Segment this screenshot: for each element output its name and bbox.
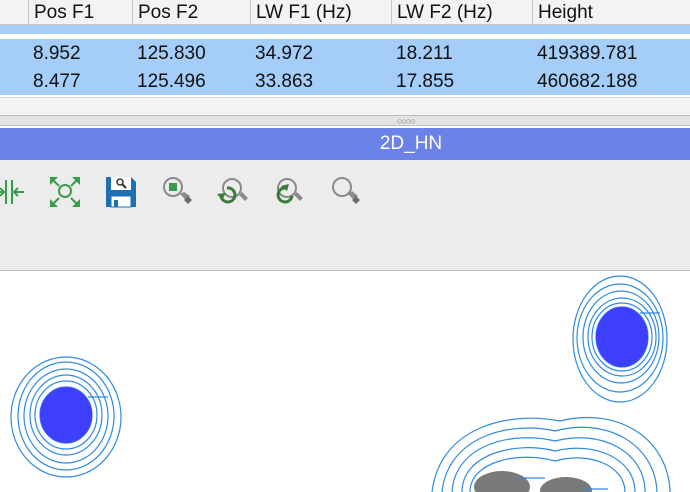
zoom-full-button[interactable] xyxy=(47,174,83,210)
cell-lw-f2: 17.855 xyxy=(396,71,455,92)
cell-height: 419389.781 xyxy=(537,43,638,64)
zoom-undo-icon xyxy=(217,178,248,204)
cell-pos-f1: 8.477 xyxy=(33,71,81,92)
floppy-disk-icon xyxy=(106,177,136,208)
cell-lw-f1: 33.863 xyxy=(255,71,314,92)
cell-lw-f1: 34.972 xyxy=(255,43,314,64)
contour-plot xyxy=(10,275,671,492)
pane-splitter[interactable]: ○○○○ xyxy=(0,115,690,126)
table-header: Pos F1 Pos F2 LW F1 (Hz) LW F2 (Hz) Heig… xyxy=(0,0,690,25)
spectrum-title: 2D_HN xyxy=(379,133,443,154)
zoom-button[interactable] xyxy=(327,174,363,210)
column-header-lw-f2[interactable]: LW F2 (Hz) xyxy=(391,0,532,24)
zoom-region-icon xyxy=(163,177,192,204)
save-image-button[interactable] xyxy=(103,174,139,210)
full-width-button[interactable] xyxy=(0,174,28,210)
cell-pos-f1: 8.952 xyxy=(33,43,81,64)
expand-horizontal-icon xyxy=(0,180,24,204)
spectrum-plot[interactable] xyxy=(0,271,690,492)
column-header-pos-f2[interactable]: Pos F2 xyxy=(132,0,250,24)
spectrum-toolbar xyxy=(0,160,690,271)
zoom-full-icon xyxy=(50,177,80,207)
zoom-region-button[interactable] xyxy=(160,174,196,210)
cell-pos-f2: 125.496 xyxy=(137,71,206,92)
column-header-pos-f1[interactable]: Pos F1 xyxy=(28,0,132,24)
table-horizontal-scrollbar[interactable] xyxy=(0,97,690,116)
column-header-lw-f1[interactable]: LW F1 (Hz) xyxy=(250,0,391,24)
zoom-undo-button[interactable] xyxy=(215,174,251,210)
zoom-redo-icon xyxy=(276,178,303,204)
zoom-icon xyxy=(332,177,360,204)
overlay-peak-left[interactable] xyxy=(474,471,530,492)
peak-table: Pos F1 Pos F2 LW F1 (Hz) LW F2 (Hz) Heig… xyxy=(0,0,690,98)
table-row[interactable]: 8.477 125.496 33.863 17.855 460682.188 xyxy=(0,67,690,96)
cell-pos-f2: 125.830 xyxy=(137,43,206,64)
column-header-height[interactable]: Height xyxy=(532,0,690,24)
cell-height: 460682.188 xyxy=(537,71,638,92)
table-row[interactable]: 8.952 125.830 34.972 18.211 419389.781 xyxy=(0,39,690,68)
spectrum-title-bar: 2D_HN xyxy=(0,128,690,160)
peak-marker-right[interactable] xyxy=(596,307,648,367)
peak-marker-left[interactable] xyxy=(40,387,92,443)
zoom-redo-button[interactable] xyxy=(270,174,306,210)
cell-lw-f2: 18.211 xyxy=(396,43,453,64)
overlay-peak-right[interactable] xyxy=(540,477,592,492)
splitter-grip-icon[interactable]: ○○○○ xyxy=(397,117,416,126)
